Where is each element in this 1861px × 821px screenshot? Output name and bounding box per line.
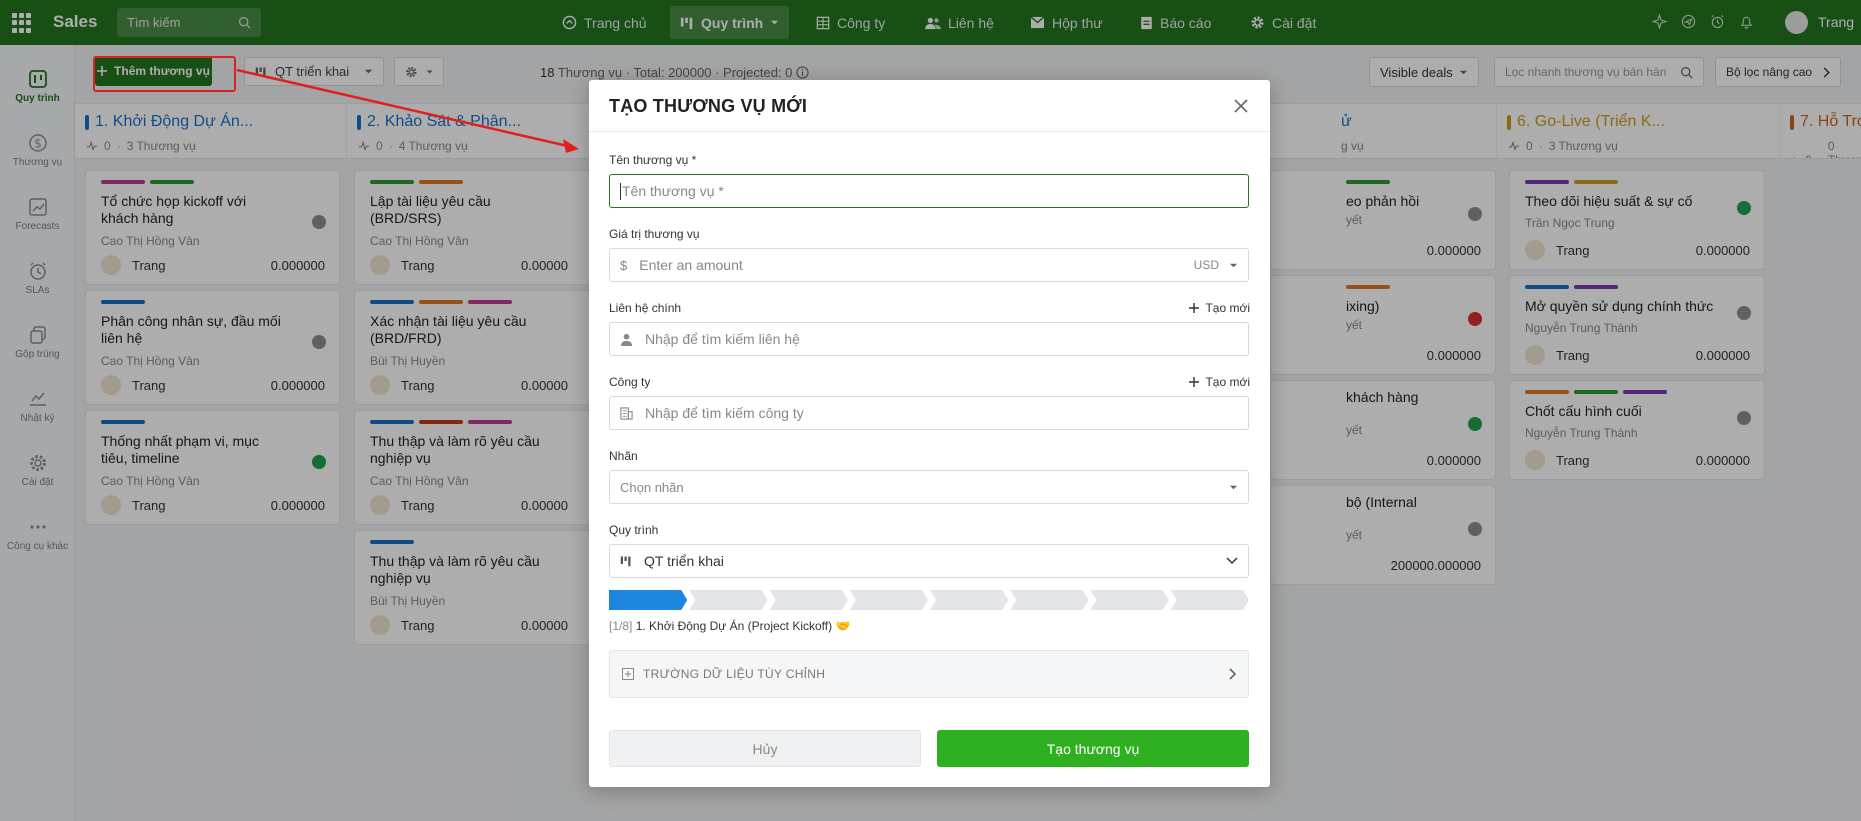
plus-icon (1189, 377, 1200, 387)
progress-step (1171, 590, 1249, 610)
user-icon (620, 333, 633, 346)
create-deal-button[interactable]: Tạo thương vụ (937, 730, 1249, 767)
company-placeholder: Nhập để tìm kiếm công ty (645, 405, 804, 421)
tag-select[interactable]: Chọn nhãn (609, 470, 1249, 504)
pipeline-select[interactable]: QT triển khai (609, 544, 1249, 578)
cancel-button[interactable]: Hủy (609, 730, 921, 767)
stage-index: [1/8] (609, 619, 633, 633)
progress-step (689, 590, 767, 610)
building-icon (620, 406, 633, 420)
pipeline-icon (620, 556, 631, 567)
currency-code: USD (1193, 258, 1219, 272)
close-icon[interactable] (1232, 97, 1250, 115)
progress-step (609, 590, 687, 610)
amount-placeholder: Enter an amount (639, 257, 743, 273)
contact-placeholder: Nhập để tìm kiếm liên hệ (645, 331, 800, 347)
progress-step (1010, 590, 1088, 610)
chevron-right-icon (1229, 668, 1236, 680)
deal-name-input[interactable]: Tên thương vụ * (609, 174, 1249, 208)
create-contact-link[interactable]: Tạo mới (1189, 301, 1250, 315)
create-deal-modal: TẠO THƯƠNG VỤ MỚI Tên thương vụ * Tên th… (589, 80, 1270, 787)
create-contact-label: Tạo mới (1205, 301, 1250, 315)
contact-label: Liên hệ chính (609, 301, 682, 315)
tag-placeholder: Chọn nhãn (620, 479, 684, 495)
chevron-down-icon (1226, 557, 1238, 565)
handshake-icon: 🤝 (835, 619, 851, 633)
plus-square-icon (622, 668, 634, 680)
stage-progress (609, 590, 1249, 610)
progress-step (770, 590, 848, 610)
create-company-link[interactable]: Tạo mới (1189, 375, 1250, 389)
deal-name-label: Tên thương vụ * (609, 153, 697, 167)
plus-icon (1189, 303, 1200, 313)
caret-down-icon (1229, 485, 1238, 489)
deal-value-label: Giá trị thương vụ (609, 227, 700, 241)
tag-label: Nhãn (609, 449, 638, 463)
stage-caption: [1/8] 1. Khởi Động Dự Án (Project Kickof… (609, 619, 850, 633)
deal-amount-input[interactable]: $ Enter an amount USD (609, 248, 1249, 282)
pipeline-value: QT triển khai (644, 553, 724, 569)
stage-name: 1. Khởi Động Dự Án (Project Kickoff) (635, 619, 833, 633)
progress-step (1091, 590, 1169, 610)
currency-select[interactable]: USD (1194, 258, 1238, 272)
caret-down-icon (1229, 263, 1238, 267)
contact-search-input[interactable]: Nhập để tìm kiếm liên hệ (609, 322, 1249, 356)
currency-symbol: $ (620, 257, 628, 273)
modal-title: TẠO THƯƠNG VỤ MỚI (609, 96, 808, 116)
company-search-input[interactable]: Nhập để tìm kiếm công ty (609, 396, 1249, 430)
company-label: Công ty (609, 375, 651, 389)
deal-name-placeholder: Tên thương vụ * (622, 183, 724, 199)
custom-fields-section[interactable]: TRƯỜNG DỮ LIỆU TÙY CHỈNH (609, 650, 1249, 698)
create-company-label: Tạo mới (1205, 375, 1250, 389)
progress-step (850, 590, 928, 610)
custom-fields-label: TRƯỜNG DỮ LIỆU TÙY CHỈNH (643, 667, 826, 681)
progress-step (930, 590, 1008, 610)
pipeline-label: Quy trình (609, 523, 659, 537)
highlight-box (93, 56, 236, 92)
